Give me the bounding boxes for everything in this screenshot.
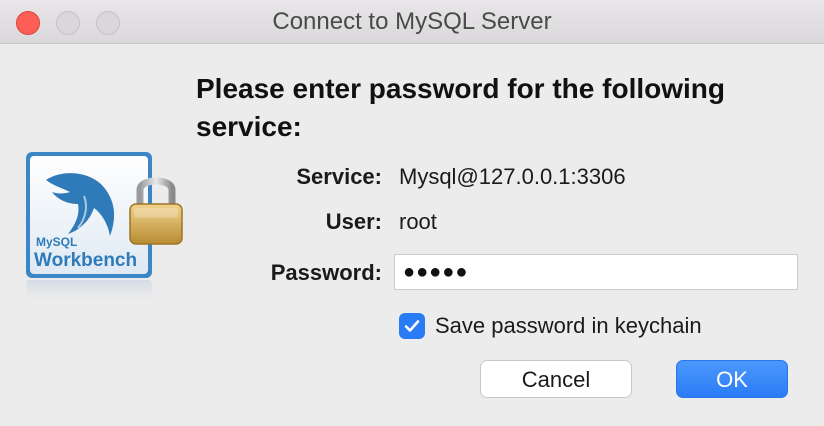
checkmark-icon xyxy=(404,320,420,332)
dialog-window: Connect to MySQL Server MySQL Workbench … xyxy=(0,0,824,426)
user-label: User: xyxy=(325,209,382,234)
save-password-checkbox[interactable] xyxy=(399,313,425,339)
user-value: root xyxy=(399,209,437,234)
dialog-heading: Please enter password for the following … xyxy=(196,73,725,142)
save-password-label: Save password in keychain xyxy=(435,313,702,338)
cancel-button[interactable]: Cancel xyxy=(480,360,632,398)
ok-button[interactable]: OK xyxy=(676,360,788,398)
service-label: Service: xyxy=(296,164,382,189)
mysql-workbench-logo-icon: MySQL Workbench xyxy=(26,152,183,306)
logo-workbench-text: Workbench xyxy=(34,250,137,271)
save-password-option[interactable]: Save password in keychain xyxy=(399,312,702,340)
password-label: Password: xyxy=(270,260,382,285)
window-title: Connect to MySQL Server xyxy=(272,8,552,35)
title-bar: Connect to MySQL Server xyxy=(0,0,824,44)
password-field[interactable]: ●●●●● xyxy=(394,254,798,290)
logo-mysql-text: MySQL xyxy=(36,235,77,249)
service-value: Mysql@127.0.0.1:3306 xyxy=(399,164,626,189)
